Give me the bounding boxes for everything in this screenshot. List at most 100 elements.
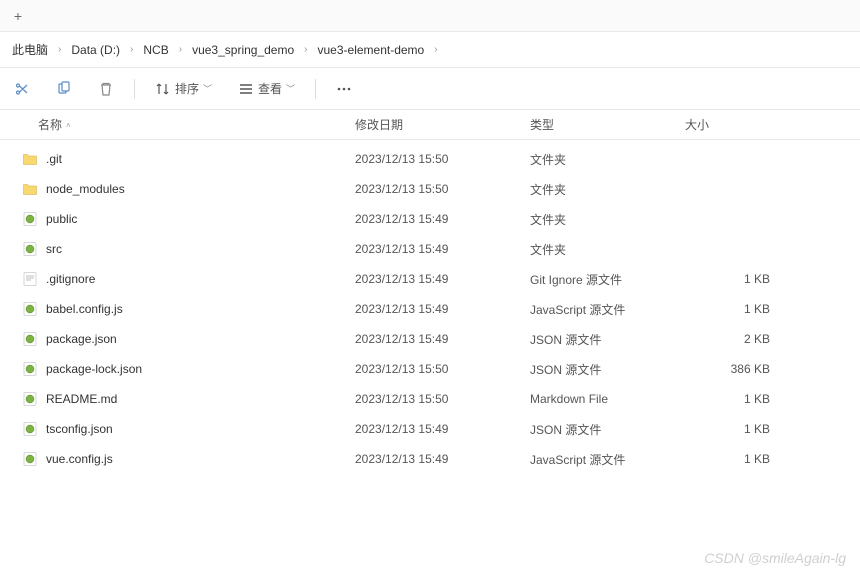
sort-label: 排序 [175, 80, 199, 97]
file-name: src [46, 242, 62, 256]
file-name: .gitignore [46, 272, 95, 286]
file-name: public [46, 212, 77, 226]
js-icon [22, 451, 38, 467]
tab-bar: + [0, 0, 860, 32]
file-type: Git Ignore 源文件 [530, 271, 685, 288]
file-name: node_modules [46, 182, 125, 196]
file-type: JavaScript 源文件 [530, 451, 685, 468]
file-date: 2023/12/13 15:49 [355, 332, 530, 346]
file-row[interactable]: README.md 2023/12/13 15:50Markdown File1 … [0, 384, 860, 414]
file-date: 2023/12/13 15:50 [355, 182, 530, 196]
file-row[interactable]: node_modules 2023/12/13 15:50文件夹 [0, 174, 860, 204]
file-name: tsconfig.json [46, 422, 113, 436]
file-type: 文件夹 [530, 181, 685, 198]
scissors-icon [14, 81, 30, 97]
chevron-right-icon[interactable]: › [124, 44, 139, 55]
toolbar: 排序 ﹀ 查看 ﹀ [0, 68, 860, 110]
view-label: 查看 [258, 80, 282, 97]
file-date: 2023/12/13 15:49 [355, 242, 530, 256]
file-date: 2023/12/13 15:50 [355, 362, 530, 376]
breadcrumb-item[interactable]: NCB [143, 43, 168, 57]
js-icon [22, 391, 38, 407]
js-icon [22, 331, 38, 347]
file-name: README.md [46, 392, 117, 406]
file-size: 386 KB [685, 362, 850, 376]
breadcrumb-item[interactable]: vue3-element-demo [318, 43, 425, 57]
column-header-type[interactable]: 类型 [530, 116, 685, 133]
chevron-right-icon[interactable]: › [298, 44, 313, 55]
watermark: CSDN @smileAgain-lg [704, 550, 846, 566]
js-icon [22, 241, 38, 257]
file-name: package.json [46, 332, 117, 346]
file-type: JavaScript 源文件 [530, 301, 685, 318]
file-type: 文件夹 [530, 241, 685, 258]
file-date: 2023/12/13 15:49 [355, 302, 530, 316]
file-size: 1 KB [685, 392, 850, 406]
file-date: 2023/12/13 15:49 [355, 212, 530, 226]
breadcrumb-item[interactable]: 此电脑 [12, 41, 48, 58]
trash-icon [98, 81, 114, 97]
file-name: babel.config.js [46, 302, 123, 316]
cut-button[interactable] [8, 77, 36, 101]
file-row[interactable]: .gitignore2023/12/13 15:49Git Ignore 源文件… [0, 264, 860, 294]
more-button[interactable] [330, 77, 358, 101]
file-size: 1 KB [685, 302, 850, 316]
file-type: 文件夹 [530, 151, 685, 168]
file-date: 2023/12/13 15:50 [355, 392, 530, 406]
file-size: 1 KB [685, 452, 850, 466]
file-date: 2023/12/13 15:49 [355, 452, 530, 466]
file-row[interactable]: package-lock.json 2023/12/13 15:50JSON 源文… [0, 354, 860, 384]
file-size: 1 KB [685, 272, 850, 286]
file-type: JSON 源文件 [530, 361, 685, 378]
file-icon [22, 271, 38, 287]
delete-button[interactable] [92, 77, 120, 101]
file-list: .git2023/12/13 15:50文件夹node_modules2023/… [0, 140, 860, 474]
copy-icon [56, 81, 72, 97]
file-date: 2023/12/13 15:49 [355, 422, 530, 436]
chevron-right-icon[interactable]: › [52, 44, 67, 55]
view-button[interactable]: 查看 ﹀ [232, 76, 301, 101]
folder-icon [22, 151, 38, 167]
separator [134, 79, 135, 99]
file-row[interactable]: .git 2023/12/13 15:50文件夹 [0, 144, 860, 174]
file-row[interactable]: babel.config.js 2023/12/13 15:49JavaScrip… [0, 294, 860, 324]
caret-up-icon: ˄ [66, 121, 74, 129]
js-icon [22, 361, 38, 377]
chevron-down-icon: ﹀ [203, 82, 212, 95]
chevron-down-icon: ﹀ [286, 82, 295, 95]
chevron-right-icon[interactable]: › [173, 44, 188, 55]
file-row[interactable]: src 2023/12/13 15:49文件夹 [0, 234, 860, 264]
file-row[interactable]: package.json2023/12/13 15:49JSON 源文件2 KB [0, 324, 860, 354]
sort-icon [155, 81, 171, 97]
js-icon [22, 301, 38, 317]
breadcrumb: 此电脑 › Data (D:) › NCB › vue3_spring_demo… [0, 32, 860, 68]
separator [315, 79, 316, 99]
column-name-label: 名称 [38, 116, 62, 133]
copy-button[interactable] [50, 77, 78, 101]
file-row[interactable]: tsconfig.json2023/12/13 15:49JSON 源文件1 K… [0, 414, 860, 444]
list-icon [238, 81, 254, 97]
folder-icon [22, 181, 38, 197]
file-row[interactable]: public 2023/12/13 15:49文件夹 [0, 204, 860, 234]
breadcrumb-item[interactable]: Data (D:) [71, 43, 120, 57]
more-icon [336, 81, 352, 97]
file-name: .git [46, 152, 62, 166]
file-name: vue.config.js [46, 452, 113, 466]
file-size: 2 KB [685, 332, 850, 346]
column-header-size[interactable]: 大小 [685, 116, 850, 133]
sort-button[interactable]: 排序 ﹀ [149, 76, 218, 101]
js-icon [22, 211, 38, 227]
column-header-date[interactable]: 修改日期 [355, 116, 530, 133]
column-headers: 名称 ˄ 修改日期 类型 大小 [0, 110, 860, 140]
js-icon [22, 421, 38, 437]
column-header-name[interactable]: 名称 ˄ [0, 116, 355, 133]
chevron-right-icon[interactable]: › [428, 44, 443, 55]
breadcrumb-item[interactable]: vue3_spring_demo [192, 43, 294, 57]
new-tab-button[interactable]: + [8, 6, 28, 26]
file-size: 1 KB [685, 422, 850, 436]
file-type: 文件夹 [530, 211, 685, 228]
file-name: package-lock.json [46, 362, 142, 376]
file-type: Markdown File [530, 392, 685, 406]
file-date: 2023/12/13 15:50 [355, 152, 530, 166]
file-row[interactable]: vue.config.js 2023/12/13 15:49JavaScript … [0, 444, 860, 474]
